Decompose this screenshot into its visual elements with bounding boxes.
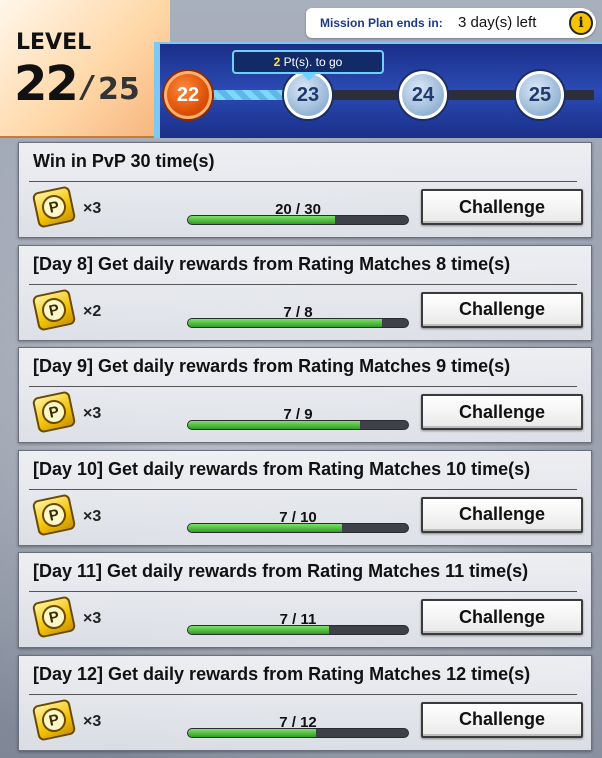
mission-plan-header: LEVEL 22 / 25 Mission Plan ends in: 3 da… — [0, 0, 602, 138]
level-node: 24 — [399, 71, 447, 119]
progress-fill — [188, 523, 342, 532]
max-level: 25 — [98, 72, 140, 107]
mission-title: Win in PvP 30 time(s) — [33, 151, 215, 171]
challenge-button[interactable]: Challenge — [421, 189, 583, 225]
reward-icon-letter: P — [39, 500, 69, 529]
reward-icon-letter: P — [39, 397, 69, 427]
mission-plan-timer: Mission Plan ends in: 3 day(s) left i — [306, 8, 596, 38]
level-separator: / — [82, 70, 93, 105]
challenge-button[interactable]: Challenge — [421, 394, 583, 430]
progress-fill — [188, 626, 329, 634]
reward-icon-letter: P — [39, 295, 69, 324]
progress-bar — [187, 522, 409, 533]
reward-icon-letter: P — [39, 602, 69, 632]
point-ticket-icon: P — [31, 697, 77, 742]
mission-card: [Day 9] Get daily rewards from Rating Ma… — [18, 347, 592, 443]
points-to-go-value: 2 — [273, 55, 281, 69]
progress-bar — [187, 215, 409, 225]
level-node: 25 — [516, 71, 564, 119]
mission-title: [Day 12] Get daily rewards from Rating M… — [33, 663, 531, 684]
reward-quantity: ×3 — [83, 405, 102, 422]
point-ticket-icon: P — [31, 595, 77, 639]
points-to-go-suffix: Pt(s). to go — [283, 55, 343, 69]
point-ticket-icon: P — [31, 287, 77, 332]
mission-card: [Day 12] Get daily rewards from Rating M… — [18, 654, 592, 751]
progress-fill — [188, 728, 316, 737]
point-ticket-icon: P — [31, 390, 77, 434]
reward-icon-letter: P — [39, 192, 69, 222]
mission-title: [Day 10] Get daily rewards from Rating M… — [33, 458, 531, 479]
reward-quantity: ×3 — [83, 507, 102, 525]
mission-card: [Day 8] Get daily rewards from Rating Ma… — [18, 244, 592, 341]
current-level: 22 — [14, 56, 79, 112]
challenge-button[interactable]: Challenge — [421, 599, 583, 635]
progress-fill — [188, 421, 360, 429]
progress-bar — [187, 420, 409, 430]
mission-list: Win in PvP 30 time(s) P ×3 20 / 30 Chall… — [18, 142, 592, 757]
level-node-current: 22 — [164, 71, 212, 119]
divider — [29, 693, 577, 695]
divider — [29, 283, 577, 285]
reward-icon-letter: P — [39, 705, 69, 734]
plan-ends-label: Mission Plan ends in: — [320, 16, 443, 30]
progress-fill — [188, 318, 382, 327]
divider — [29, 181, 577, 182]
mission-title: [Day 11] Get daily rewards from Rating M… — [33, 561, 529, 581]
challenge-button[interactable]: Challenge — [421, 291, 583, 328]
reward-quantity: ×3 — [83, 610, 102, 627]
progress-fill — [188, 216, 336, 224]
info-icon[interactable]: i — [569, 11, 593, 35]
reward-quantity: ×3 — [83, 200, 102, 217]
progress-bar — [187, 625, 409, 635]
level-track: 22 23 24 25 2 Pt(s). to go — [154, 42, 602, 138]
divider — [29, 591, 577, 592]
plan-time-left: 3 day(s) left — [458, 14, 537, 31]
point-ticket-icon: P — [31, 492, 77, 537]
reward-quantity: ×2 — [83, 302, 102, 320]
reward-quantity: ×3 — [83, 712, 102, 730]
mission-title: [Day 9] Get daily rewards from Rating Ma… — [33, 356, 511, 376]
tooltip-tail — [302, 74, 316, 81]
mission-card: [Day 10] Get daily rewards from Rating M… — [18, 449, 592, 546]
divider — [29, 386, 577, 387]
points-to-go-tooltip: 2 Pt(s). to go — [232, 50, 384, 74]
progress-bar — [187, 727, 409, 738]
challenge-button[interactable]: Challenge — [421, 701, 583, 738]
progress-bar — [187, 317, 409, 328]
challenge-button[interactable]: Challenge — [421, 496, 583, 533]
mission-card: [Day 11] Get daily rewards from Rating M… — [18, 552, 592, 648]
mission-title: [Day 8] Get daily rewards from Rating Ma… — [33, 253, 511, 274]
mission-card: Win in PvP 30 time(s) P ×3 20 / 30 Chall… — [18, 142, 592, 238]
level-panel: LEVEL 22 / 25 — [0, 0, 170, 138]
divider — [29, 488, 577, 490]
point-ticket-icon: P — [31, 185, 77, 229]
level-label: LEVEL — [16, 30, 92, 55]
